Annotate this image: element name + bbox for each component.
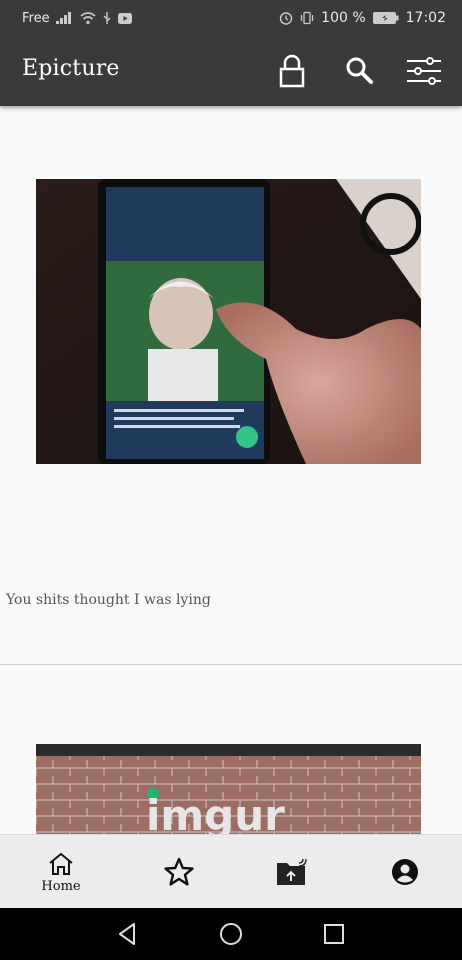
youtube-icon bbox=[117, 12, 132, 24]
vibrate-icon bbox=[301, 11, 314, 25]
signal-icon bbox=[55, 12, 74, 24]
post-caption: You shits thought I was lying bbox=[6, 592, 211, 608]
status-bar: Free 100 % 17:02 bbox=[0, 0, 462, 36]
upload-folder-icon bbox=[277, 858, 307, 885]
alarm-icon bbox=[279, 12, 293, 25]
carrier-label: Free bbox=[22, 10, 50, 26]
usb-icon bbox=[103, 12, 111, 24]
nav-upload[interactable] bbox=[252, 835, 332, 909]
home-system-icon[interactable] bbox=[217, 920, 245, 948]
lock-icon[interactable] bbox=[272, 51, 312, 91]
post-image[interactable]: imgur bbox=[36, 744, 421, 834]
nav-home-label: Home bbox=[41, 878, 81, 894]
app-bar: Epicture bbox=[0, 36, 462, 106]
battery-percent: 100 % bbox=[321, 10, 366, 26]
post-divider bbox=[0, 664, 462, 665]
home-icon bbox=[49, 852, 73, 875]
star-icon bbox=[164, 857, 194, 886]
bottom-navigation: Home bbox=[0, 834, 462, 908]
system-navigation-bar bbox=[0, 908, 462, 960]
post-image[interactable] bbox=[36, 179, 421, 464]
app-title: Epicture bbox=[22, 56, 120, 81]
nav-account[interactable] bbox=[365, 835, 445, 909]
search-icon[interactable] bbox=[340, 51, 380, 91]
feed: You shits thought I was lying imgur bbox=[0, 106, 462, 834]
nav-home[interactable]: Home bbox=[21, 835, 101, 909]
imgur-logo-text: imgur bbox=[146, 791, 285, 834]
nav-favorites[interactable] bbox=[139, 835, 219, 909]
battery-icon bbox=[372, 12, 399, 24]
settings-sliders-icon[interactable] bbox=[404, 51, 444, 91]
phone-screen-photo bbox=[36, 179, 421, 464]
account-icon bbox=[392, 859, 418, 885]
recents-icon[interactable] bbox=[320, 920, 348, 948]
imgur-brick-wall: imgur bbox=[36, 744, 421, 834]
back-icon[interactable] bbox=[114, 920, 142, 948]
clock: 17:02 bbox=[405, 10, 446, 26]
wifi-icon bbox=[80, 12, 96, 25]
